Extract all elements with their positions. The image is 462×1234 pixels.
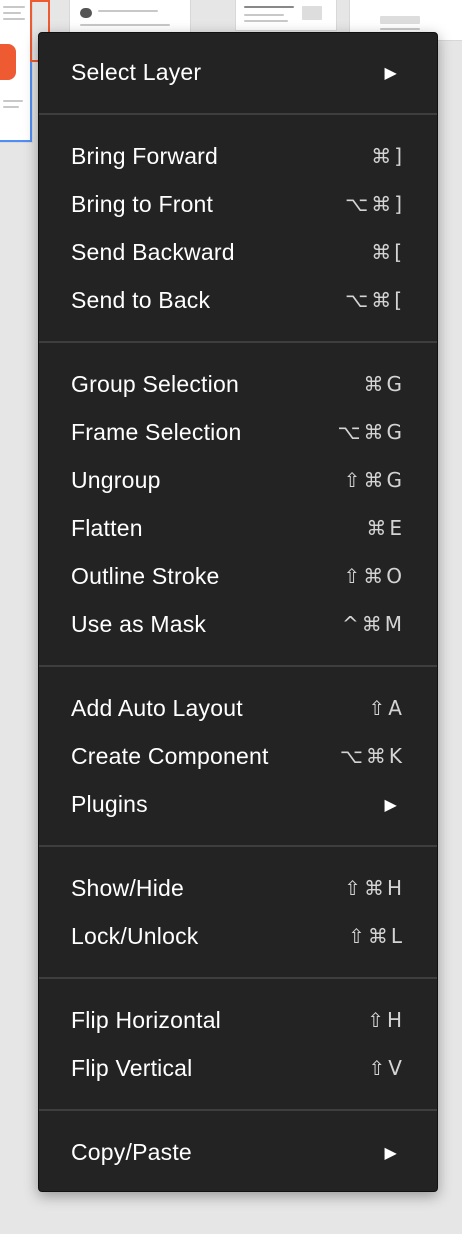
menu-item-shortcut: ⇧A (368, 696, 405, 720)
menu-item-send-backward[interactable]: Send Backward ⌘[ (39, 228, 437, 276)
menu-item-shortcut: ⇧⌘G (343, 468, 405, 492)
menu-item-label: Bring to Front (71, 190, 214, 217)
menu-item-shortcut: ⌘G (363, 372, 405, 396)
menu-item-label: Create Component (71, 742, 269, 769)
menu-item-shortcut: ⇧V (368, 1056, 405, 1080)
menu-item-label: Plugins (71, 790, 148, 817)
menu-item-show-hide[interactable]: Show/Hide ⇧⌘H (39, 864, 437, 912)
menu-item-shortcut: ⇧⌘O (343, 564, 405, 588)
menu-item-label: Flatten (71, 514, 143, 541)
menu-item-shortcut: ⌘E (366, 516, 405, 540)
menu-separator (39, 665, 437, 667)
menu-item-label: Flip Vertical (71, 1054, 193, 1081)
design-canvas: Select Layer ▶ Bring Forward ⌘] Bring to Fro… (0, 0, 462, 1234)
menu-item-outline-stroke[interactable]: Outline Stroke ⇧⌘O (39, 552, 437, 600)
menu-item-label: Use as Mask (71, 610, 207, 637)
menu-item-lock-unlock[interactable]: Lock/Unlock ⇧⌘L (39, 912, 437, 960)
menu-item-bring-to-front[interactable]: Bring to Front ⌥⌘] (39, 180, 437, 228)
menu-separator (39, 845, 437, 847)
menu-separator (39, 113, 437, 115)
menu-item-shortcut: ^⌘M (341, 612, 405, 636)
menu-item-shortcut: ⌥⌘K (339, 744, 405, 768)
menu-item-label: Send to Back (71, 286, 211, 313)
menu-item-copy-paste[interactable]: Copy/Paste ▶ (39, 1128, 437, 1176)
menu-item-label: Copy/Paste (71, 1138, 192, 1165)
menu-item-send-to-back[interactable]: Send to Back ⌥⌘[ (39, 276, 437, 324)
menu-item-shortcut: ⇧H (367, 1008, 405, 1032)
menu-item-bring-forward[interactable]: Bring Forward ⌘] (39, 132, 437, 180)
menu-separator (39, 1109, 437, 1111)
menu-separator (39, 977, 437, 979)
menu-item-label: Outline Stroke (71, 562, 220, 589)
menu-item-label: Group Selection (71, 370, 239, 397)
menu-item-label: Flip Horizontal (71, 1006, 221, 1033)
menu-item-add-auto-layout[interactable]: Add Auto Layout ⇧A (39, 684, 437, 732)
menu-item-flatten[interactable]: Flatten ⌘E (39, 504, 437, 552)
menu-item-label: Add Auto Layout (71, 694, 243, 721)
menu-item-flip-vertical[interactable]: Flip Vertical ⇧V (39, 1044, 437, 1092)
menu-item-label: Bring Forward (71, 142, 219, 169)
menu-item-shortcut: ⌘] (371, 144, 405, 168)
menu-item-shortcut: ⇧⌘H (344, 876, 405, 900)
menu-item-label: Lock/Unlock (71, 922, 199, 949)
menu-item-label: Select Layer (71, 58, 202, 85)
menu-item-shortcut: ⌘[ (371, 240, 405, 264)
menu-item-label: Ungroup (71, 466, 161, 493)
menu-item-create-component[interactable]: Create Component ⌥⌘K (39, 732, 437, 780)
context-menu: Select Layer ▶ Bring Forward ⌘] Bring to Fro… (38, 32, 438, 1192)
menu-item-label: Show/Hide (71, 874, 185, 901)
orange-shape[interactable] (0, 44, 16, 80)
menu-item-shortcut: ⌥⌘] (345, 192, 405, 216)
menu-item-shortcut: ⌥⌘[ (345, 288, 405, 312)
menu-item-shortcut: ⇧⌘L (348, 924, 405, 948)
menu-item-select-layer[interactable]: Select Layer ▶ (39, 48, 437, 96)
menu-item-label: Frame Selection (71, 418, 242, 445)
canvas-frame-thumbnail[interactable] (236, 0, 336, 30)
submenu-arrow-icon: ▶ (384, 794, 397, 814)
submenu-arrow-icon: ▶ (384, 62, 397, 82)
menu-item-group-selection[interactable]: Group Selection ⌘G (39, 360, 437, 408)
menu-separator (39, 341, 437, 343)
menu-item-plugins[interactable]: Plugins ▶ (39, 780, 437, 828)
canvas-frame-thumbnail[interactable] (70, 0, 190, 32)
menu-item-frame-selection[interactable]: Frame Selection ⌥⌘G (39, 408, 437, 456)
menu-item-shortcut: ⌥⌘G (337, 420, 405, 444)
menu-item-ungroup[interactable]: Ungroup ⇧⌘G (39, 456, 437, 504)
menu-item-flip-horizontal[interactable]: Flip Horizontal ⇧H (39, 996, 437, 1044)
menu-item-label: Send Backward (71, 238, 235, 265)
submenu-arrow-icon: ▶ (384, 1142, 397, 1162)
menu-item-use-as-mask[interactable]: Use as Mask ^⌘M (39, 600, 437, 648)
